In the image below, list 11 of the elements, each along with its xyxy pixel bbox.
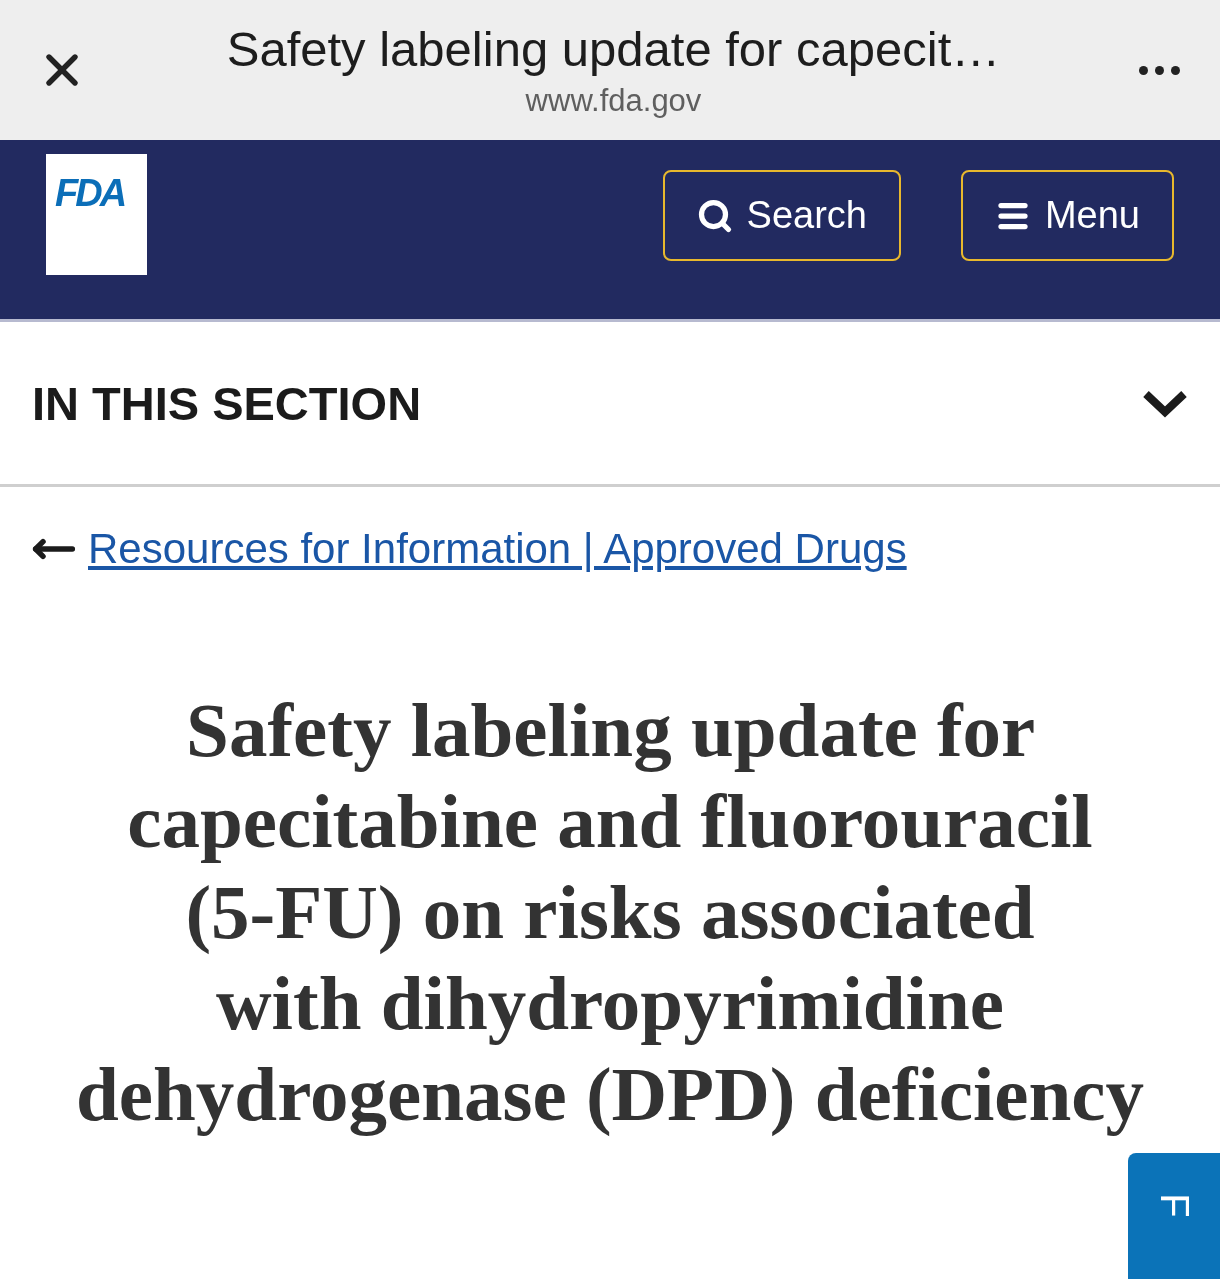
page-url: www.fda.gov xyxy=(525,83,702,119)
article-title: Safety labeling update for capecitabine and fluorouracil (5-FU) on risks associated with dihydropyrimidine dehydrogenase (DPD) deficiency xyxy=(75,686,1145,1139)
more-button[interactable] xyxy=(1139,65,1180,75)
menu-button[interactable]: Menu xyxy=(960,170,1174,261)
page-title: Safety labeling update for capecit… xyxy=(226,21,1001,77)
breadcrumb-link[interactable]: Resources for Information | Approved Drugs xyxy=(88,525,907,573)
logo[interactable]: FDA xyxy=(46,154,147,275)
search-icon xyxy=(696,197,733,234)
search-button[interactable]: Search xyxy=(662,170,901,261)
chevron-icon xyxy=(1142,388,1188,418)
feedback-tab[interactable]: F xyxy=(1128,1153,1220,1279)
